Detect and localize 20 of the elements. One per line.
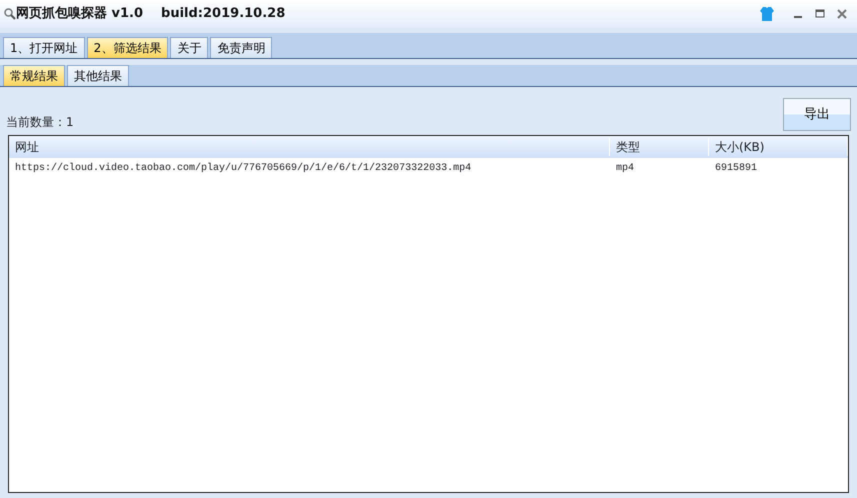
tab[interactable]: 常规结果 [3,65,65,86]
count-label: 当前数量：1 [6,114,75,131]
table-cell-text: 6915891 [714,162,758,176]
tab[interactable]: 2、筛选结果 [86,37,168,58]
column-header[interactable]: 大小(KB) [709,138,848,156]
shirt-icon[interactable] [759,6,775,22]
table-cell-text: mp4 [615,162,636,176]
tab[interactable]: 1、打开网址 [3,37,85,58]
column-header[interactable]: 网址 [9,138,610,156]
tab[interactable]: 免责声明 [210,37,272,58]
window-title: 网页抓包嗅探器 v1.0 [16,5,144,24]
column-header[interactable]: 类型 [610,138,709,156]
export-button[interactable]: 导出 [783,98,851,131]
tab[interactable]: 其他结果 [67,65,129,86]
magnifier-icon [4,8,16,20]
close-icon[interactable] [837,9,847,19]
maximize-icon[interactable] [815,9,825,19]
table-cell-text: https://cloud.video.taobao.com/play/u/776705669/p/1/e/6/t/1/232073322033.mp4 [14,162,472,176]
tab[interactable]: 关于 [170,37,208,58]
build-label: build:2019.10.28 [161,5,286,24]
